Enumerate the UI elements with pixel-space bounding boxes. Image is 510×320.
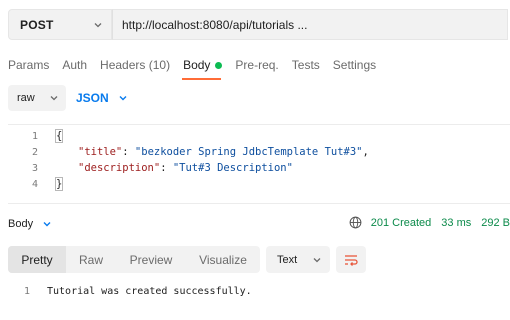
line-number: 1 <box>23 285 30 297</box>
format-label: Text <box>277 253 298 266</box>
code-text: "title": "bezkoder Spring JdbcTemplate T… <box>78 146 369 158</box>
response-header: Body 201 Created 33 ms 292 B <box>8 216 510 232</box>
tab-headers[interactable]: Headers (10) <box>100 58 170 72</box>
editor-line: 2 "title": "bezkoder Spring JdbcTemplate… <box>8 144 369 160</box>
wrap-lines-icon <box>345 254 358 266</box>
tab-auth[interactable]: Auth <box>62 58 87 72</box>
chevron-down-icon <box>94 23 102 28</box>
chevron-down-icon <box>43 222 51 227</box>
active-tab-indicator <box>182 78 221 80</box>
json-comma: , <box>362 146 369 158</box>
json-key: "description" <box>78 162 161 174</box>
tab-preview[interactable]: Preview <box>116 246 186 273</box>
chevron-down-icon <box>313 258 321 263</box>
json-key: "title" <box>78 146 123 158</box>
response-view-tabs: Pretty Raw Preview Visualize <box>8 246 260 273</box>
status-badge[interactable]: 201 Created <box>371 217 432 229</box>
body-mode-select[interactable]: raw <box>8 85 66 111</box>
chevron-down-icon <box>119 96 127 101</box>
code-text: "description": "Tut#3 Description" <box>78 162 293 174</box>
body-type-bar: raw JSON <box>8 85 128 111</box>
editor-line: 3 "description": "Tut#3 Description" <box>8 160 293 176</box>
format-select[interactable]: Text <box>266 246 330 273</box>
line-number: 3 <box>31 162 38 174</box>
code-text: { <box>54 129 64 143</box>
editor-line: 4 } <box>8 176 64 192</box>
tab-settings[interactable]: Settings <box>333 58 376 72</box>
json-value: "Tut#3 Description" <box>172 162 293 174</box>
response-text: Tutorial was created successfully. <box>47 285 252 297</box>
json-separator: : <box>160 162 173 174</box>
globe-icon[interactable] <box>349 216 362 229</box>
url-input[interactable]: http://localhost:8080/api/tutorials ... <box>112 9 508 40</box>
response-line: 1 Tutorial was created successfully. <box>8 284 252 298</box>
response-body-label: Body <box>8 218 34 230</box>
method-select[interactable]: POST <box>8 9 112 40</box>
editor-line: 1 { <box>8 128 64 144</box>
request-tabs: Params Auth Headers (10) Body Pre-req. T… <box>8 57 389 73</box>
json-separator: : <box>122 146 135 158</box>
code-text: } <box>54 177 64 191</box>
response-time[interactable]: 33 ms <box>441 217 471 229</box>
response-meta: 201 Created 33 ms 292 B <box>349 216 510 229</box>
tab-prerequest[interactable]: Pre-req. <box>235 58 278 72</box>
tab-body-label: Body <box>183 58 211 72</box>
response-body-select[interactable]: Body <box>8 218 52 230</box>
tab-raw[interactable]: Raw <box>66 246 116 273</box>
response-size[interactable]: 292 B <box>481 217 510 229</box>
body-mode-label: raw <box>17 92 35 104</box>
line-number: 1 <box>31 130 38 142</box>
tab-params[interactable]: Params <box>8 58 49 72</box>
line-number: 4 <box>31 178 38 190</box>
request-bar: POST http://localhost:8080/api/tutorials… <box>8 9 508 40</box>
chevron-down-icon <box>50 96 58 101</box>
tab-pretty[interactable]: Pretty <box>8 246 66 273</box>
tab-visualize[interactable]: Visualize <box>186 246 260 273</box>
tab-body[interactable]: Body <box>183 58 223 72</box>
method-label: POST <box>20 17 54 32</box>
line-number: 2 <box>31 146 38 158</box>
language-select[interactable]: JSON <box>76 91 128 105</box>
language-label: JSON <box>76 91 109 105</box>
wrap-lines-button[interactable] <box>336 246 366 273</box>
json-value: "bezkoder Spring JdbcTemplate Tut#3" <box>134 146 363 158</box>
body-status-dot-icon <box>215 61 223 69</box>
request-body-editor[interactable]: 1 { 2 "title": "bezkoder Spring JdbcTemp… <box>8 124 510 204</box>
tab-tests[interactable]: Tests <box>292 58 320 72</box>
